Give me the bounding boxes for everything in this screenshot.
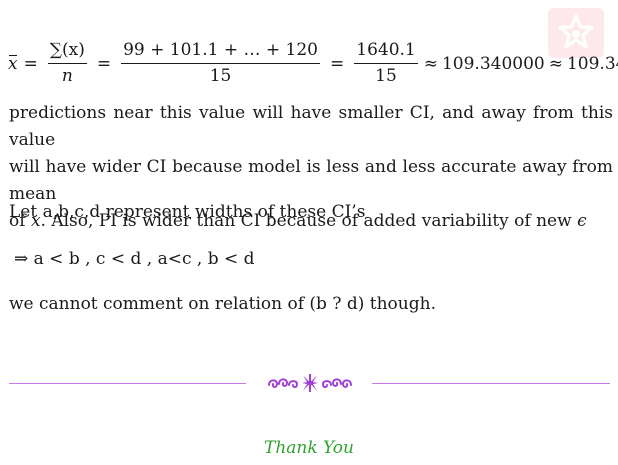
total-over-count-fraction: 1640.1 15	[354, 41, 418, 86]
approx-sign: ≈	[548, 54, 563, 74]
fraction-denominator: 15	[209, 66, 232, 86]
relation-note: we cannot comment on relation of (b ? d)…	[9, 294, 436, 314]
equals-sign: =	[96, 54, 112, 74]
floral-ornament-icon	[268, 374, 352, 392]
paragraph-line: predictions near this value will have sm…	[9, 103, 613, 150]
sum-expansion-fraction: 99 + 101.1 + … + 120 15	[121, 41, 320, 86]
fraction-numerator: 1640.1	[354, 41, 418, 64]
widths-definition: Let a,b,c,d represent widths of these CI…	[9, 202, 366, 222]
fraction-denominator: 15	[375, 66, 397, 86]
fraction-numerator: ∑(x)	[47, 41, 87, 64]
mean-value-long: 109.340000	[441, 54, 545, 74]
implication-statement: ⇒ a < b , c < d , a<c , b < d	[14, 249, 255, 269]
closing-thank-you: Thank You	[263, 438, 354, 458]
equals-sign: =	[330, 54, 345, 74]
fraction-numerator: 99 + 101.1 + … + 120	[121, 41, 320, 64]
sum-over-n-fraction: ∑(x) n	[47, 41, 87, 86]
divider-rule-right	[372, 383, 610, 384]
fraction-denominator: n	[61, 66, 73, 86]
x-bar-symbol: x	[8, 54, 18, 74]
mean-equation: x = ∑(x) n = 99 + 101.1 + … + 120 15 = 1…	[8, 38, 618, 90]
equals-sign: =	[23, 54, 38, 74]
approx-sign: ≈	[423, 54, 438, 74]
divider-rule-left	[9, 383, 246, 384]
section-divider	[9, 372, 610, 394]
mean-value-short: 109.340	[566, 54, 618, 74]
